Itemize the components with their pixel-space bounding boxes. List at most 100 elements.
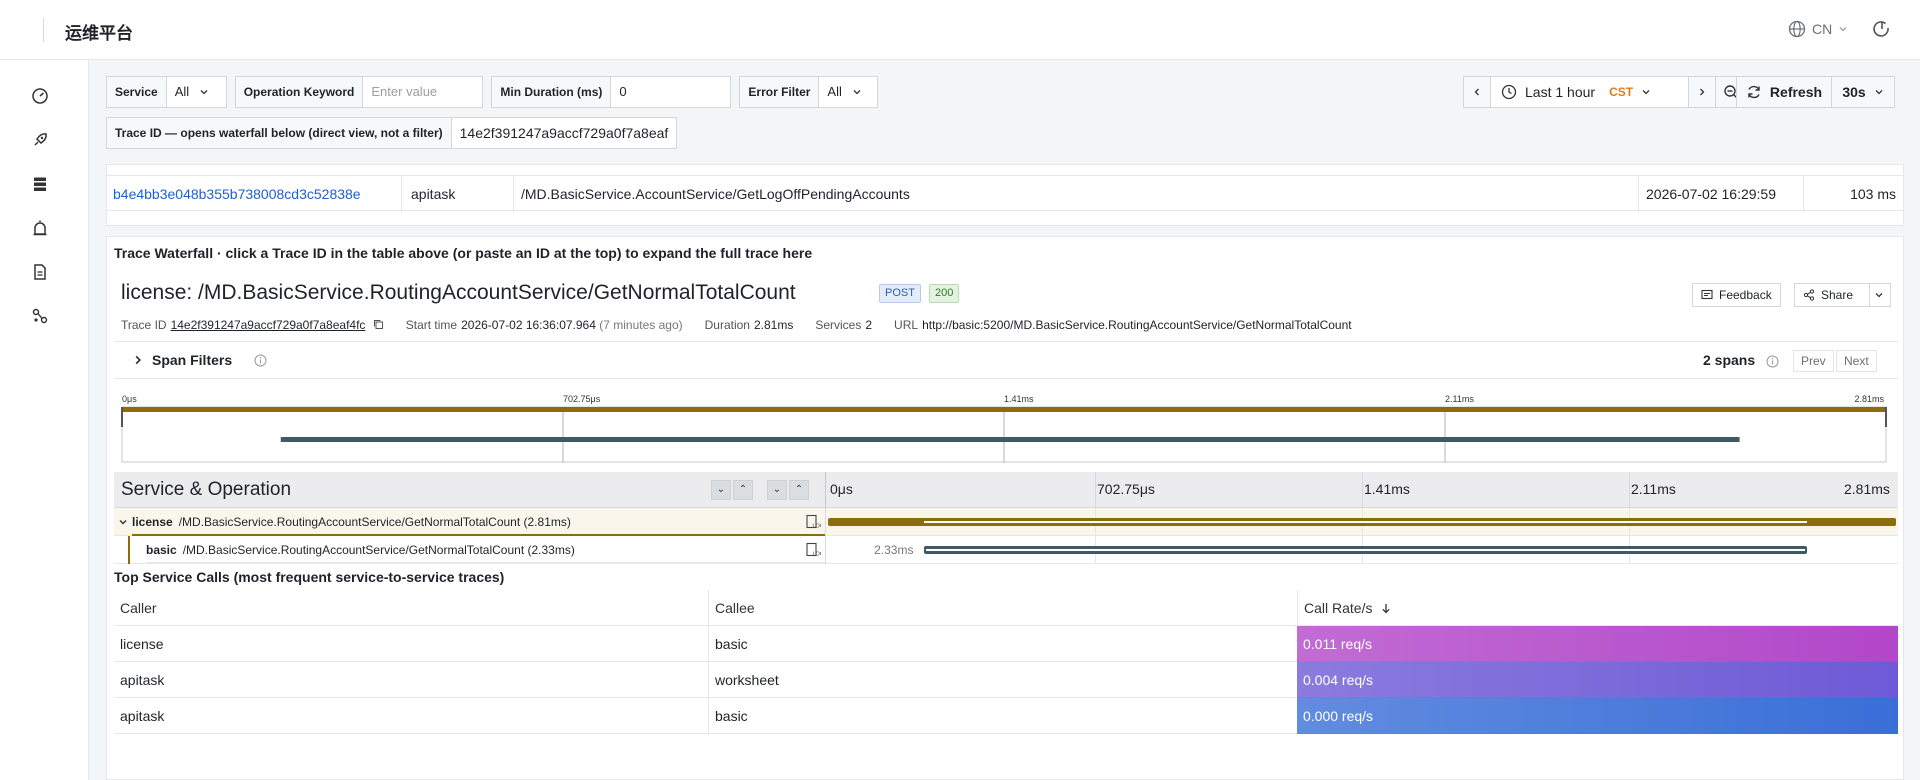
app-title: 运维平台 [65, 24, 133, 43]
language-switcher[interactable]: CN [1788, 20, 1848, 38]
chevron-down-icon [1875, 293, 1883, 298]
span-row[interactable]: basic/MD.BasicService.RoutingAccountServ… [114, 536, 1898, 564]
table-row[interactable]: apitask basic 0.000 req/s [114, 698, 1898, 734]
min-duration-input[interactable]: 0 [611, 77, 730, 107]
rate-header-label: Call Rate/s [1304, 600, 1373, 616]
meta-start-value: 2026-07-02 16:36:07.964 [461, 318, 596, 332]
caller-cell: license [120, 636, 164, 652]
span-divider [825, 508, 826, 536]
callee-header[interactable]: Callee [708, 590, 1297, 626]
span-tree-line [128, 536, 130, 564]
service-filter[interactable]: Service All [106, 76, 227, 108]
prev-span-button[interactable]: Prev [1793, 350, 1834, 372]
next-span-button[interactable]: Next [1836, 350, 1877, 372]
time-range-label: Last 1 hour [1525, 84, 1596, 100]
refresh-interval-select[interactable]: 30s [1832, 77, 1894, 107]
rate-header[interactable]: Call Rate/s [1297, 590, 1898, 626]
message-icon [1701, 289, 1713, 300]
database-icon[interactable] [31, 175, 49, 193]
minimap-tick-label: 1.41ms [1004, 394, 1034, 404]
trace-id-input[interactable]: 14e2f391247a9accf729a0f7a8eaf [452, 118, 677, 148]
dashboard-icon[interactable] [31, 87, 49, 105]
span-row[interactable]: license/MD.BasicService.RoutingAccountSe… [114, 508, 1898, 536]
operation-input[interactable]: Enter value [363, 77, 482, 107]
collapse-one-button[interactable]: ⌄ [711, 480, 731, 500]
time-next-button[interactable] [1689, 77, 1716, 107]
caller-cell: apitask [120, 708, 165, 724]
header-divider [43, 18, 44, 42]
trace-operation-cell: /MD.BasicService.AccountService/GetLogOf… [514, 176, 1639, 212]
timeline-gridline [1362, 472, 1363, 508]
trace-waterfall-panel: Trace Waterfall · click a Trace ID in th… [106, 236, 1904, 780]
trace-id-lookup-label: Trace ID — opens waterfall below (direct… [107, 118, 452, 148]
service-select[interactable]: All [167, 77, 226, 107]
span-operation: /MD.BasicService.RoutingAccountService/G… [182, 543, 575, 557]
share-button[interactable]: Share [1794, 283, 1870, 307]
minimap-right-handle[interactable] [1885, 407, 1887, 427]
alarm-icon[interactable] [31, 219, 49, 237]
share-icon [1803, 289, 1815, 301]
share-menu-button[interactable] [1869, 283, 1891, 307]
trace-id-link[interactable]: b4e4bb3e048b355b738008cd3c52838e [113, 176, 402, 212]
error-filter[interactable]: Error Filter All [739, 76, 879, 108]
minimap-left-handle[interactable] [121, 407, 123, 427]
document-icon[interactable] [31, 263, 49, 281]
filter-bar: Service All Operation Keyword Enter valu… [106, 76, 886, 108]
span-bar[interactable] [924, 546, 1808, 554]
topology-icon[interactable] [31, 307, 49, 325]
rocket-icon[interactable] [31, 131, 49, 149]
time-prev-button[interactable] [1464, 77, 1491, 107]
span-service: license [132, 515, 173, 529]
http-status-badge: 200 [929, 284, 960, 303]
operation-filter-label: Operation Keyword [235, 77, 364, 107]
timeline-tick-label: 2.81ms [1844, 481, 1890, 497]
trace-meta: Trace ID 14e2f391247a9accf729a0f7a8eaf4fc… [121, 318, 1352, 332]
chevron-down-icon [1875, 90, 1883, 95]
language-label: CN [1812, 21, 1833, 37]
caller-cell: apitask [120, 672, 165, 688]
table-row[interactable]: license basic 0.011 req/s [114, 626, 1898, 662]
logs-icon[interactable]: LOG [805, 514, 821, 530]
feedback-button[interactable]: Feedback [1692, 283, 1781, 307]
refresh-button[interactable]: Refresh [1737, 77, 1832, 107]
timeline-tick-label: 2.11ms [1631, 481, 1676, 497]
span-bar[interactable] [828, 518, 1896, 526]
expand-one-button[interactable]: ⌃ [733, 480, 753, 500]
min-duration-filter[interactable]: Min Duration (ms) 0 [491, 76, 732, 108]
span-filters-toggle[interactable]: Span Filters [152, 352, 232, 368]
trace-id-lookup[interactable]: Trace ID — opens waterfall below (direct… [106, 117, 678, 149]
minimap-tick-label: 0μs [122, 394, 137, 404]
top-bar: 运维平台 CN [0, 0, 1920, 60]
logs-icon[interactable]: LOG [805, 542, 821, 558]
copy-icon[interactable] [373, 319, 384, 330]
top-service-calls: Top Service Calls (most frequent service… [114, 569, 1898, 734]
caller-header[interactable]: Caller [114, 590, 708, 626]
side-nav [0, 60, 89, 780]
meta-url-value: http://basic:5200/MD.BasicService.Routin… [922, 318, 1352, 332]
timeline-header: Service & Operation ⌄ ⌃ ⌄ ⌃ 0μs 702.75μs 1… [114, 472, 1898, 508]
error-filter-label: Error Filter [740, 77, 820, 107]
operation-filter[interactable]: Operation Keyword Enter value [234, 76, 484, 108]
collapse-all-button[interactable]: ⌄ [767, 480, 787, 500]
meta-url: URL http://basic:5200/MD.BasicService.Rou… [894, 318, 1352, 332]
error-select[interactable]: All [819, 77, 877, 107]
table-row[interactable]: apitask worksheet 0.004 req/s [114, 662, 1898, 698]
time-range-select[interactable]: Last 1 hour CST [1491, 77, 1689, 107]
timeline-tick-label: 702.75μs [1097, 481, 1155, 497]
chevron-down-icon [853, 90, 861, 95]
table-row[interactable]: b4e4bb3e048b355b738008cd3c52838e apitask… [107, 175, 1903, 212]
meta-services-value: 2 [865, 318, 873, 332]
chevron-down-icon[interactable] [118, 517, 128, 527]
meta-start-label: Start time [405, 318, 458, 332]
calls-table-header: Caller Callee Call Rate/s [114, 590, 1898, 626]
chevron-right-icon [1700, 88, 1705, 96]
meta-trace-id-value[interactable]: 14e2f391247a9accf729a0f7a8eaf4fc [171, 318, 366, 332]
span-name: basic/MD.BasicService.RoutingAccountServ… [146, 536, 575, 564]
error-select-value: All [827, 84, 842, 99]
timeline-gridline [1095, 472, 1096, 508]
timeline-splitter[interactable] [825, 472, 826, 508]
logout-button[interactable] [1872, 19, 1892, 42]
chevron-right-icon[interactable] [132, 354, 144, 366]
expand-all-button[interactable]: ⌃ [789, 480, 809, 500]
trace-minimap[interactable]: 0μs 702.75μs 1.41ms 2.11ms 2.81ms [121, 393, 1887, 463]
